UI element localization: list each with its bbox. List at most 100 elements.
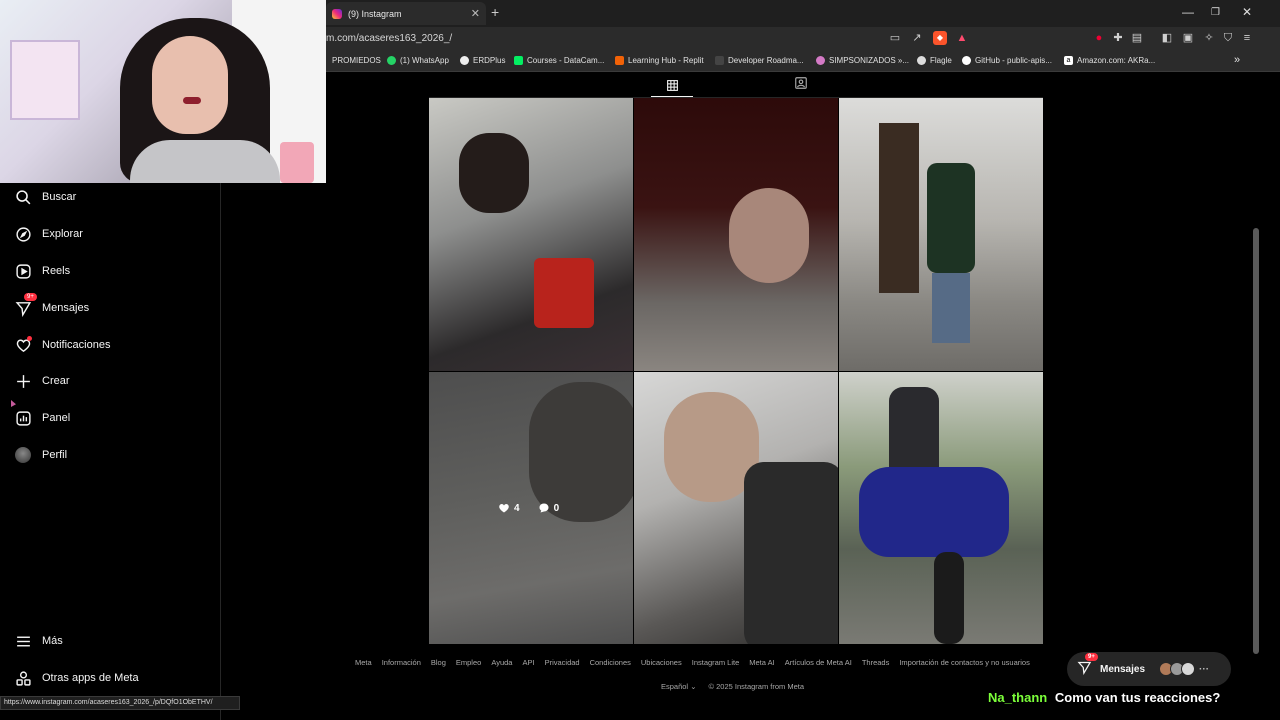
footer-link[interactable]: Threads: [862, 658, 890, 667]
nav-label: Otras apps de Meta: [42, 672, 139, 684]
photo-subject: [729, 188, 809, 283]
leo-ai-icon[interactable]: ✧: [1202, 31, 1216, 45]
nav-otras-apps[interactable]: Otras apps de Meta: [14, 669, 139, 687]
restore-icon[interactable]: ❐: [1211, 7, 1220, 18]
notification-dot: [27, 336, 32, 341]
footer-link[interactable]: Importación de contactos y no usuarios: [899, 658, 1030, 667]
minimize-icon[interactable]: —: [1182, 5, 1194, 19]
footer-link[interactable]: Artículos de Meta AI: [785, 658, 852, 667]
extensions-icon[interactable]: ✚: [1111, 31, 1125, 45]
bookmark-item[interactable]: Learning Hub - Replit: [615, 56, 704, 65]
nav-perfil[interactable]: Perfil: [14, 446, 67, 464]
cast-icon[interactable]: ▭: [888, 31, 902, 45]
post-thumbnail[interactable]: [634, 98, 838, 371]
photo-subject: [529, 382, 633, 522]
nav-reels[interactable]: Reels: [14, 262, 70, 280]
menu-icon[interactable]: ≡: [1240, 31, 1254, 45]
close-tab-icon[interactable]: ✕: [471, 7, 480, 20]
footer-link[interactable]: Meta AI: [749, 658, 774, 667]
tab-tagged[interactable]: [790, 74, 812, 92]
bookmark-item[interactable]: ERDPlus: [460, 56, 505, 65]
bookmark-item[interactable]: Developer Roadma...: [715, 56, 804, 65]
photo-subject: [459, 133, 529, 213]
bookmark-item[interactable]: SIMPSONIZADOS »...: [816, 56, 909, 65]
browser-tab[interactable]: (9) Instagram ✕: [326, 2, 486, 25]
chat-username: Na_thann: [988, 690, 1048, 705]
bookmark-item[interactable]: Flagle: [917, 56, 952, 65]
heart-icon: [14, 336, 32, 354]
nav-label: Crear: [42, 375, 70, 387]
footer-link[interactable]: Información: [382, 658, 421, 667]
photo-motorcycle: [859, 467, 1009, 557]
footer-link[interactable]: Instagram Lite: [692, 658, 740, 667]
close-window-icon[interactable]: ✕: [1242, 5, 1252, 19]
footer-link[interactable]: Empleo: [456, 658, 481, 667]
footer-link[interactable]: Privacidad: [545, 658, 580, 667]
plus-icon: [14, 372, 32, 390]
footer-meta-row: Español ⌄ © 2025 Instagram from Meta: [661, 682, 804, 691]
sidebar-toggle-icon[interactable]: ◧: [1160, 31, 1174, 45]
photo-doorway: [879, 123, 919, 293]
nav-label: Explorar: [42, 228, 83, 240]
bookmarks-overflow-icon[interactable]: »: [1234, 54, 1240, 66]
bookmark-item[interactable]: Courses - DataCam...: [514, 56, 604, 65]
brave-shield-icon[interactable]: ◆: [933, 31, 947, 45]
datacamp-icon: [514, 56, 523, 65]
nav-notificaciones[interactable]: Notificaciones: [14, 336, 110, 354]
post-thumbnail[interactable]: [634, 372, 838, 644]
footer-link[interactable]: Ubicaciones: [641, 658, 682, 667]
messages-pill[interactable]: 9+ Mensajes ···: [1067, 652, 1231, 686]
bookmark-item[interactable]: PROMIEDOS: [332, 56, 381, 65]
language-select[interactable]: Español ⌄: [661, 682, 697, 691]
search-icon: [14, 188, 32, 206]
avatar: [1181, 662, 1196, 676]
vpn-icon[interactable]: ⛉: [1221, 31, 1235, 45]
footer-link[interactable]: Ayuda: [491, 658, 512, 667]
nav-crear[interactable]: Crear: [14, 372, 70, 390]
messages-badge: 9+: [1085, 653, 1098, 661]
reading-list-icon[interactable]: ▤: [1130, 31, 1144, 45]
nav-mas[interactable]: Más: [14, 632, 63, 650]
whatsapp-icon: [387, 56, 396, 65]
footer-links: Meta Información Blog Empleo Ayuda API P…: [355, 658, 1065, 667]
brave-rewards-icon[interactable]: ▲: [955, 31, 969, 45]
tab-posts[interactable]: [651, 74, 693, 97]
new-tab-icon[interactable]: +: [491, 4, 499, 20]
post-thumbnail[interactable]: [429, 98, 633, 371]
bookmark-item[interactable]: a Amazon.com: AKRa...: [1064, 56, 1155, 65]
post-thumbnail-hovered[interactable]: 4 0: [429, 372, 633, 644]
photo-object: [534, 258, 594, 328]
messages-badge: 9+: [24, 293, 37, 301]
bookmark-item[interactable]: (1) WhatsApp: [387, 56, 449, 65]
messages-label: Mensajes: [1100, 663, 1146, 675]
chat-text: Como van tus reacciones?: [1054, 690, 1221, 705]
extension-record-icon[interactable]: ●: [1092, 31, 1106, 45]
heart-filled-icon: [499, 504, 509, 513]
nav-label: Reels: [42, 265, 71, 277]
url-field[interactable]: m.com/acaseres163_2026_/: [326, 33, 452, 44]
scrollbar-thumb[interactable]: [1253, 228, 1259, 654]
wallet-icon[interactable]: ▣: [1181, 31, 1195, 45]
nav-label: Más: [42, 635, 63, 647]
share-icon[interactable]: ↗: [910, 31, 924, 45]
photo-jacket: [744, 462, 838, 644]
grid-icon: [666, 79, 678, 91]
post-thumbnail[interactable]: [839, 98, 1043, 371]
footer-link[interactable]: Blog: [431, 658, 446, 667]
bookmark-item[interactable]: GitHub - public-apis...: [962, 56, 1052, 65]
nav-mensajes[interactable]: 9+ Mensajes: [14, 293, 89, 317]
nav-explorar[interactable]: Explorar: [14, 225, 83, 243]
footer-link[interactable]: Condiciones: [590, 658, 631, 667]
nav-buscar[interactable]: Buscar: [14, 188, 76, 206]
nav-label: Perfil: [42, 449, 68, 461]
stream-chat-message: Na_thann Como van tus reacciones?: [988, 690, 1220, 705]
comments-count: 0: [553, 502, 560, 514]
post-thumbnail[interactable]: [839, 372, 1043, 644]
footer-link[interactable]: Meta: [355, 658, 372, 667]
recent-avatars: [1159, 662, 1196, 676]
nav-panel[interactable]: Panel: [14, 409, 70, 427]
footer-link[interactable]: API: [522, 658, 534, 667]
tagged-icon: [795, 77, 807, 89]
copyright: © 2025 Instagram from Meta: [708, 682, 805, 691]
avatar-icon: [14, 446, 32, 464]
